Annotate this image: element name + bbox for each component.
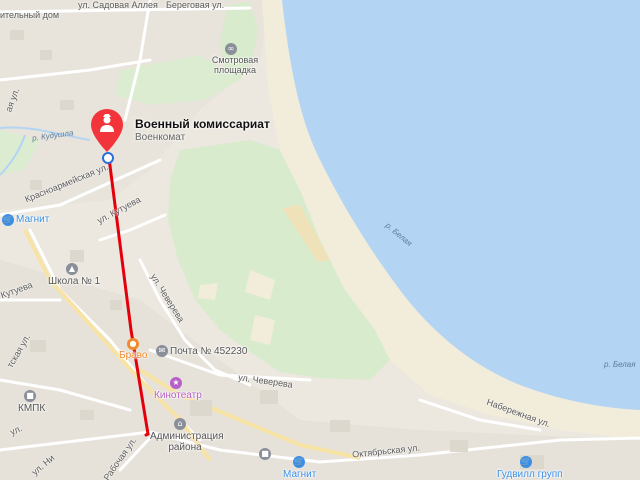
poi-label-school[interactable]: Школа № 1 bbox=[48, 276, 100, 287]
street-label-top-left: ительный дом bbox=[0, 10, 60, 20]
selected-place-subtitle: Военкомат bbox=[135, 132, 186, 143]
college-icon[interactable]: ■ bbox=[24, 390, 36, 402]
map-view[interactable]: ительный дом ул. Садовая Аллея Береговая… bbox=[0, 0, 640, 480]
government-icon[interactable]: ⌂ bbox=[174, 418, 186, 430]
poi-label-post[interactable]: Почта № 452230 bbox=[170, 346, 247, 357]
route-start-marker bbox=[102, 152, 114, 164]
selected-location-pin[interactable] bbox=[90, 108, 124, 154]
map-base bbox=[0, 0, 640, 480]
school-icon[interactable]: ▲ bbox=[66, 263, 78, 275]
river-label-belaya-lower: р. Белая bbox=[604, 360, 636, 369]
shopping-cart-icon[interactable]: 🛒 bbox=[2, 214, 14, 226]
poi-label-kinoteatr[interactable]: Кинотеатр bbox=[154, 390, 202, 401]
poi-label-kmpk[interactable]: КМПК bbox=[18, 403, 45, 414]
poi-label-administration[interactable]: Администрация района bbox=[150, 431, 224, 453]
shopping-cart-icon[interactable]: 🛒 bbox=[520, 456, 532, 468]
cinema-icon[interactable]: ★ bbox=[170, 377, 182, 389]
selected-place-title[interactable]: Военный комиссариат bbox=[135, 117, 270, 131]
binoculars-icon[interactable]: ∞ bbox=[225, 43, 237, 55]
poi-label-bravo[interactable]: Браво bbox=[119, 350, 147, 361]
poi-label-viewpoint[interactable]: Смотровая площадка bbox=[210, 55, 260, 75]
street-label-sadovaya: ул. Садовая Аллея bbox=[78, 0, 158, 10]
military-officer-icon bbox=[102, 119, 112, 129]
poi-label-magnit-top[interactable]: Магнит bbox=[16, 214, 49, 225]
poi-label-magnit-bottom[interactable]: Магнит bbox=[283, 469, 316, 480]
poi-label-goodwill[interactable]: Гудвилл групп bbox=[497, 469, 563, 480]
shopping-cart-icon[interactable]: 🛒 bbox=[293, 456, 305, 468]
post-icon[interactable]: ✉ bbox=[156, 345, 168, 357]
street-label-beregovaya: Береговая ул. bbox=[166, 0, 225, 10]
store-icon[interactable]: ■ bbox=[259, 448, 271, 460]
cafe-icon[interactable]: ● bbox=[127, 338, 139, 350]
